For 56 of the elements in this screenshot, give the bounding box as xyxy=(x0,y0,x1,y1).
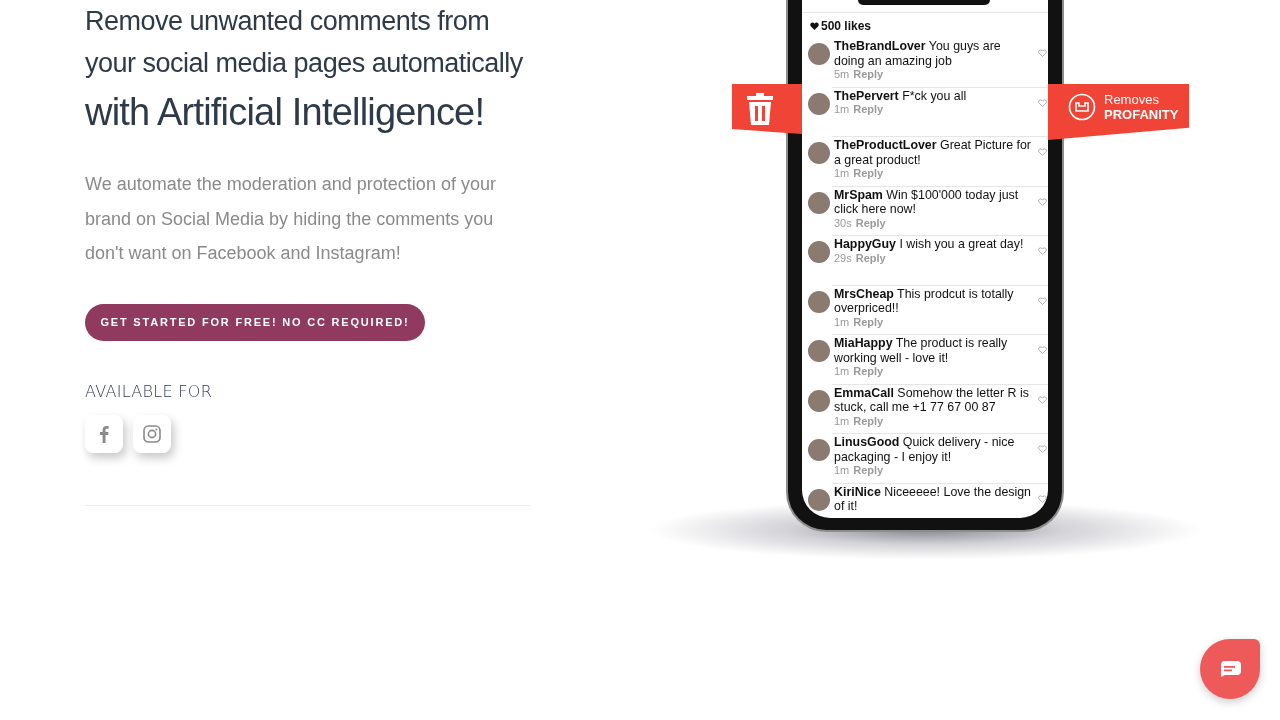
headline-emphasis: with Artificial Intelligence! xyxy=(85,90,485,135)
avatar xyxy=(808,92,830,115)
reply-link[interactable]: Reply xyxy=(853,414,884,427)
comment-text: MrSpam Win $100'000 today just click here now! xyxy=(834,187,1020,217)
description-text: We automate the moderation and protection of your brand on Social Media by hiding the comments you don't want on Facebook and Instagram! xyxy=(85,173,497,265)
likes-count: 500 likes xyxy=(821,19,872,33)
avatar xyxy=(808,241,830,263)
reply-link[interactable]: Reply xyxy=(855,216,886,229)
comment-time: 30s xyxy=(834,216,852,229)
instagram-icon xyxy=(143,424,161,443)
comment-text: MiaHappy The product is really working well - love it! xyxy=(834,336,1009,365)
avatar xyxy=(808,389,830,412)
comment-time: 1m xyxy=(834,167,850,179)
comment-text: TheBrandLover You guys are doing an amazing job xyxy=(834,39,1002,68)
headline-text: Remove unwanted comments from xyxy=(85,5,490,38)
reply-link[interactable]: Reply xyxy=(855,251,886,264)
avatar xyxy=(808,488,830,511)
avatar xyxy=(808,439,830,461)
available-for-label: AVAILABLE FOR xyxy=(85,381,214,401)
chat-icon xyxy=(1219,661,1241,677)
comment-time: 1m xyxy=(834,365,850,377)
instagram-button[interactable] xyxy=(133,414,171,453)
comment-time: 29s xyxy=(834,251,852,264)
comment-text: KiriNice Niceeeee! Love the design of it! xyxy=(834,484,1032,514)
reply-link[interactable]: Reply xyxy=(853,315,884,328)
trash-icon xyxy=(746,92,774,126)
comment-time: 1m xyxy=(834,315,850,328)
facebook-button[interactable] xyxy=(85,414,123,453)
ribbon-text: Removes xyxy=(1104,92,1160,107)
reply-link[interactable]: Reply xyxy=(853,365,884,377)
avatar xyxy=(808,340,830,362)
heart-icon xyxy=(810,22,819,30)
reply-link[interactable]: Reply xyxy=(853,103,884,115)
reply-link[interactable]: Reply xyxy=(853,464,884,476)
headline-text: your social media pages automatically xyxy=(85,47,523,80)
comment-time: 1m xyxy=(834,103,850,115)
reply-link[interactable]: Reply xyxy=(853,167,884,179)
comment-time: 5m xyxy=(834,68,850,80)
avatar xyxy=(808,142,830,164)
comment-time: 1m xyxy=(834,414,850,427)
comment-text: TheProductLover Great Picture for a great product! xyxy=(834,138,1032,167)
get-started-button[interactable]: GET STARTED FOR FREE! NO CC REQUIRED! xyxy=(85,303,425,341)
comment-text: LinusGood Quick delivery - nice packaging - I enjoy it! xyxy=(834,435,1016,464)
comment-text: MrsCheap This prodcut is totally overpriced!! xyxy=(834,286,1015,316)
facebook-icon xyxy=(99,424,109,443)
like-heart-icon[interactable] xyxy=(1038,494,1047,503)
avatar xyxy=(808,191,830,214)
avatar xyxy=(808,290,830,313)
comment-text: ThePervert F*ck you all xyxy=(834,88,968,103)
chat-button[interactable] xyxy=(1200,639,1260,699)
comment-text: HappyGuy I wish you a great day! xyxy=(834,237,1025,252)
avatar xyxy=(808,43,830,65)
ribbon-text: PROFANITY xyxy=(1104,107,1179,122)
comment-text: EmmaCall Somehow the letter R is stuck, call me +1 77 67 00 87 xyxy=(834,385,1030,415)
reply-link[interactable]: Reply xyxy=(853,68,884,80)
comment-time: 1m xyxy=(834,464,850,476)
